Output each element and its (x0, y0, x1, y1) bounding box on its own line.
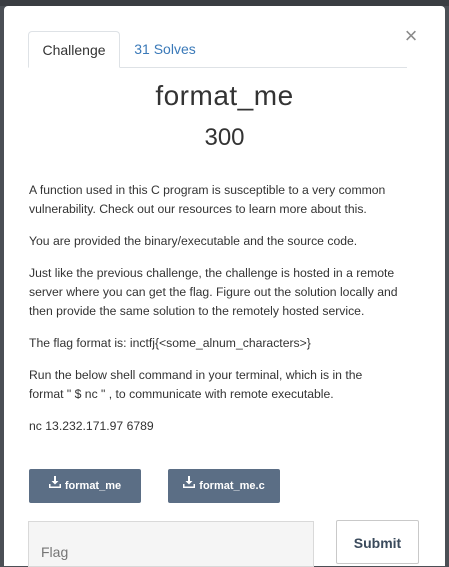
download-icon (48, 468, 61, 502)
download-format-me-button[interactable]: format_me (29, 469, 141, 503)
challenge-description: A function used in this C program is sus… (29, 181, 399, 449)
tab-challenge[interactable]: Challenge (28, 31, 120, 68)
flag-format-text: The flag format is: inctfj{<some_alnum_c… (29, 336, 311, 350)
submit-button[interactable]: Submit (336, 520, 419, 564)
download-label: format_me (64, 480, 122, 492)
description-paragraph: Run the below shell command in your term… (29, 368, 363, 401)
challenge-title: format_me (155, 80, 294, 111)
connection-command: nc 13.232.171.97 6789 (29, 419, 154, 433)
download-label: format_me.c (199, 480, 265, 492)
challenge-points: 300 (204, 124, 245, 151)
description-paragraph: You are provided the binary/executable a… (29, 234, 358, 248)
download-format-me-c-button[interactable]: format_me.c (168, 469, 280, 503)
tab-bar: Challenge 31 Solves (28, 31, 407, 68)
description-paragraph: A function used in this C program is sus… (29, 183, 386, 216)
flag-input[interactable] (28, 521, 314, 567)
description-paragraph: Just like the previous challenge, the ch… (29, 266, 398, 318)
download-icon (183, 468, 196, 502)
tab-solves[interactable]: 31 Solves (120, 31, 210, 67)
